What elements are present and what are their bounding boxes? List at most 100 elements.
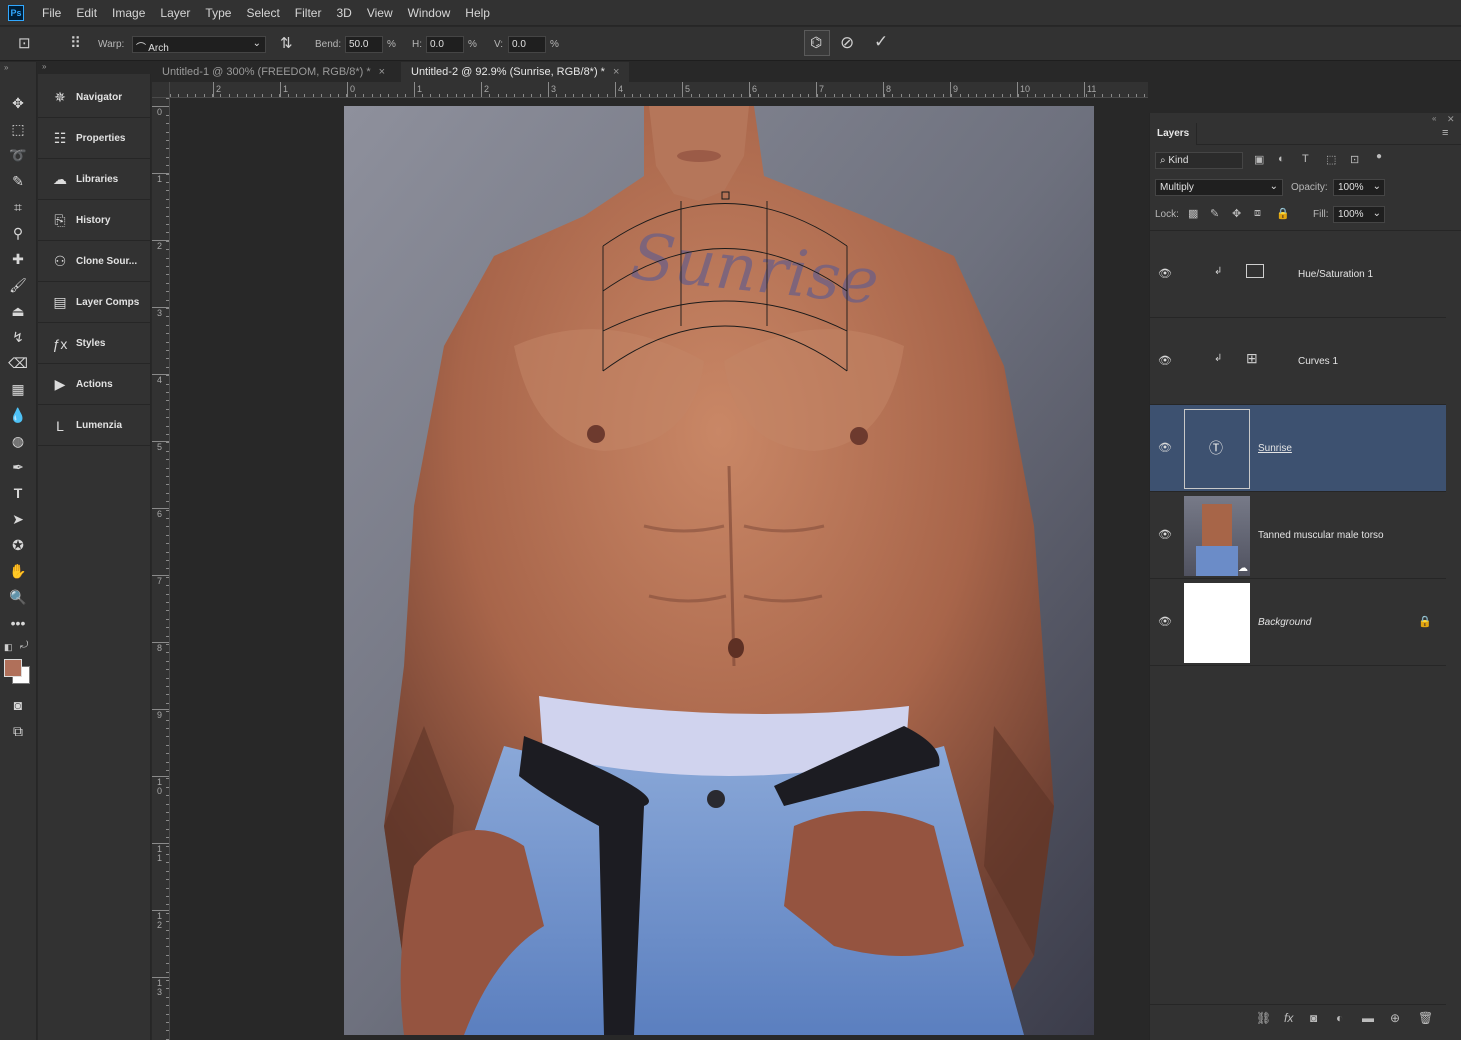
add-mask-icon[interactable]: ◙ [1310,1011,1317,1025]
crop-tool-icon[interactable]: ⌗ [6,196,30,218]
zoom-tool-icon[interactable]: 🔍 [6,586,30,608]
new-adjustment-icon[interactable]: ◐ [1336,1011,1343,1025]
more-tools-icon[interactable]: ••• [6,612,30,634]
dock-libraries[interactable]: ☁ Libraries [38,160,151,200]
lock-position-icon[interactable]: ✥ [1232,207,1241,220]
layer-row-sunrise[interactable]: 👁 Ⓣ Sunrise [1150,405,1446,492]
dock-clone-source[interactable]: ⚇ Clone Sour... [38,242,151,282]
dodge-tool-icon[interactable]: ◍ [6,430,30,452]
type-tool-icon[interactable]: T [6,482,30,504]
delete-layer-icon[interactable]: 🗑 [1418,1011,1433,1025]
fill-field[interactable]: 100% ⌄ [1333,206,1385,223]
quick-select-tool-icon[interactable]: ✎ [6,170,30,192]
dock-lumenzia[interactable]: L Lumenzia [38,406,151,446]
warp-mode-button[interactable]: ⌬ [804,30,830,56]
clone-stamp-tool-icon[interactable]: ⏏ [6,300,30,322]
document-canvas[interactable]: Sunrise [344,106,1094,1035]
new-layer-icon[interactable]: ⊕ [1390,1011,1400,1025]
tab-untitled-2[interactable]: Untitled-2 @ 92.9% (Sunrise, RGB/8*) * × [401,62,630,82]
tab-layers[interactable]: Layers [1150,123,1198,145]
history-brush-tool-icon[interactable]: ↯ [6,326,30,348]
marquee-tool-icon[interactable]: ⬚ [6,118,30,140]
type-filter-icon[interactable]: T [1302,153,1309,165]
horizontal-ruler[interactable]: 21012345678910111213141516 [170,82,1148,98]
dock-actions[interactable]: ▶ Actions [38,365,151,405]
dock-expand-icon[interactable]: » [42,62,46,71]
menu-window[interactable]: Window [408,6,451,20]
transform-tool-icon[interactable]: ⊡ [18,34,31,52]
menu-select[interactable]: Select [246,6,279,20]
menu-type[interactable]: Type [205,6,231,20]
layer-row-curves[interactable]: 👁 ↲ ⊞ Curves 1 [1150,318,1446,405]
cancel-transform-icon[interactable]: ⊘ [840,33,854,53]
blur-tool-icon[interactable]: 💧 [6,404,30,426]
layer-style-icon[interactable]: fx [1284,1011,1293,1025]
collapse-arrows-icon[interactable]: » [4,63,8,72]
dock-layer-comps[interactable]: ▤ Layer Comps [38,283,151,323]
shape-tool-icon[interactable]: ✪ [6,534,30,556]
reference-point-icon[interactable]: ⠿ [70,34,81,52]
default-colors-icon[interactable]: ◧ [4,642,13,653]
hand-tool-icon[interactable]: ✋ [6,560,30,582]
layer-row-background[interactable]: 👁 Background 🔒 [1150,579,1446,666]
warp-style-select[interactable]: ⌒ Arch ⌄ [132,36,266,54]
eyedropper-tool-icon[interactable]: ⚲ [6,222,30,244]
visibility-eye-icon[interactable]: 👁 [1158,267,1172,280]
path-selection-tool-icon[interactable]: ➤ [6,508,30,530]
layer-row-hue-saturation[interactable]: 👁 ↲ Hue/Saturation 1 [1150,231,1446,318]
lasso-tool-icon[interactable]: ➰ [6,144,30,166]
smart-object-filter-icon[interactable]: ⊡ [1350,153,1359,166]
link-layers-icon[interactable]: ⛓ [1256,1011,1271,1025]
commit-transform-icon[interactable]: ✓ [874,32,888,52]
h-distortion-field[interactable]: 0.0 [426,36,464,53]
vertical-ruler[interactable]: 0 1 2 3 4 5 6 7 8 9 10 11 12 13 [152,98,170,1040]
v-distortion-field[interactable]: 0.0 [508,36,546,53]
dock-history[interactable]: ⎘ History [38,201,151,241]
dock-navigator[interactable]: ✵ Navigator [38,78,151,118]
adjustment-filter-icon[interactable]: ◐ [1278,153,1285,165]
bend-field[interactable]: 50.0 [345,36,383,53]
new-group-icon[interactable]: ▬ [1362,1011,1374,1025]
quick-mask-icon[interactable]: ◙ [6,694,30,716]
pixel-filter-icon[interactable]: ▣ [1254,153,1264,166]
visibility-eye-icon[interactable]: 👁 [1158,441,1172,454]
lock-all-icon[interactable]: 🔒 [1276,207,1290,220]
tab-untitled-1[interactable]: Untitled-1 @ 300% (FREEDOM, RGB/8*) * × [152,62,395,82]
foreground-color-swatch[interactable] [4,659,22,677]
dock-properties[interactable]: ☷ Properties [38,119,151,159]
gradient-tool-icon[interactable]: ▦ [6,378,30,400]
menu-filter[interactable]: Filter [295,6,322,20]
eraser-tool-icon[interactable]: ⌫ [6,352,30,374]
menu-file[interactable]: File [42,6,61,20]
filter-kind-select[interactable]: ⌕ Kind [1155,152,1243,169]
filter-toggle-icon[interactable]: ● [1376,151,1382,162]
blend-mode-select[interactable]: Multiply ⌄ [1155,179,1283,196]
move-tool-icon[interactable]: ✥ [6,92,30,114]
lock-artboard-icon[interactable]: ⧈ [1254,207,1261,220]
ruler-origin[interactable] [152,82,170,98]
menu-3d[interactable]: 3D [336,6,351,20]
panel-menu-icon[interactable]: ≡ [1442,127,1448,139]
warp-orientation-icon[interactable]: ⇅ [280,34,293,52]
layer-row-torso[interactable]: 👁 ☁ Tanned muscular male torso [1150,492,1446,579]
healing-brush-tool-icon[interactable]: ✚ [6,248,30,270]
menu-help[interactable]: Help [465,6,490,20]
visibility-eye-icon[interactable]: 👁 [1158,615,1172,628]
close-icon[interactable]: × [379,66,385,78]
shape-filter-icon[interactable]: ⬚ [1326,153,1336,166]
menu-view[interactable]: View [367,6,393,20]
visibility-eye-icon[interactable]: 👁 [1158,528,1172,541]
visibility-eye-icon[interactable]: 👁 [1158,354,1172,367]
dock-styles[interactable]: ƒx Styles [38,324,151,364]
menu-layer[interactable]: Layer [160,6,190,20]
brush-tool-icon[interactable]: 🖌 [6,274,30,296]
screen-mode-icon[interactable]: ⧉ [6,720,30,742]
menu-edit[interactable]: Edit [76,6,97,20]
lock-transparent-icon[interactable]: ▩ [1188,207,1198,220]
opacity-field[interactable]: 100% ⌄ [1333,179,1385,196]
close-icon[interactable]: × [613,66,619,78]
swap-colors-icon[interactable]: ⤾ [20,640,28,651]
lock-image-icon[interactable]: ✎ [1210,207,1219,220]
panel-collapse-icon[interactable]: « [1432,114,1436,123]
menu-image[interactable]: Image [112,6,145,20]
